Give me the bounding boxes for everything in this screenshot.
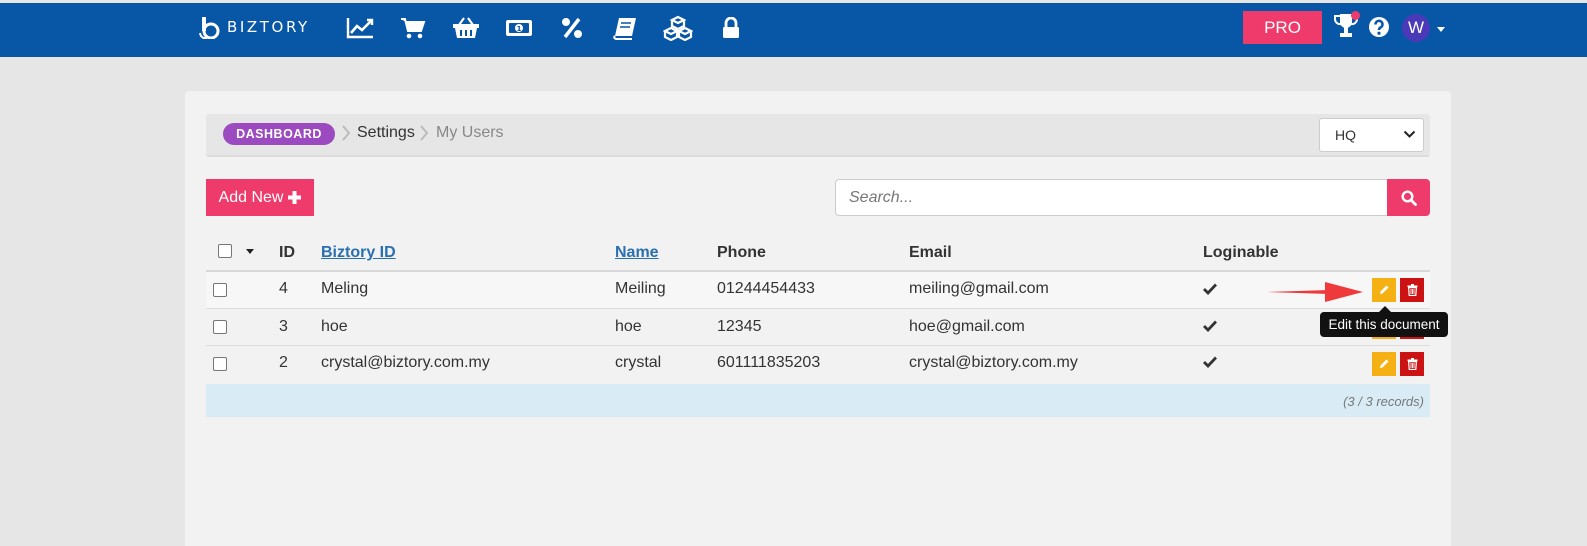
pencil-icon xyxy=(1380,285,1389,294)
loginable-check-icon xyxy=(1203,356,1217,368)
breadcrumb-settings[interactable]: Settings xyxy=(357,124,415,142)
cell-id: 4 xyxy=(279,280,288,297)
plus-icon xyxy=(288,191,302,204)
chart-line-icon[interactable] xyxy=(345,13,375,43)
delete-button[interactable] xyxy=(1400,278,1424,302)
add-new-button[interactable]: Add New xyxy=(206,179,314,216)
biztory-logo[interactable]: BIZTORY xyxy=(199,14,310,40)
cell-biztory-id: hoe xyxy=(321,318,348,335)
boxes-icon[interactable] xyxy=(663,13,693,43)
biztory-logo-icon xyxy=(199,17,220,39)
select-all-checkbox[interactable] xyxy=(218,244,232,258)
svg-text:1: 1 xyxy=(517,25,522,33)
cell-id: 2 xyxy=(279,354,288,371)
table-row xyxy=(206,272,1430,309)
column-header-loginable: Loginable xyxy=(1203,244,1279,261)
percent-icon[interactable] xyxy=(557,13,587,43)
breadcrumb-dashboard[interactable]: DASHBOARD xyxy=(223,123,335,145)
cell-phone: 01244454433 xyxy=(717,280,815,297)
edit-button[interactable] xyxy=(1372,352,1396,376)
column-header-name[interactable]: Name xyxy=(615,244,659,262)
cell-id: 3 xyxy=(279,318,288,335)
table-footer xyxy=(206,384,1430,417)
delete-button[interactable] xyxy=(1400,352,1424,376)
bulk-actions-chevron-down-icon[interactable] xyxy=(246,249,254,254)
cell-biztory-id: Meling xyxy=(321,280,369,297)
search-button[interactable] xyxy=(1387,179,1430,216)
search-icon xyxy=(1400,189,1417,206)
row-checkbox[interactable] xyxy=(213,357,227,371)
column-header-email: Email xyxy=(909,244,952,261)
pencil-icon xyxy=(1380,359,1389,368)
loginable-check-icon xyxy=(1203,283,1217,295)
branch-select-value: HQ xyxy=(1335,127,1356,143)
edit-tooltip: Edit this document xyxy=(1320,312,1448,337)
cell-email: crystal@biztory.com.my xyxy=(909,354,1078,371)
breadcrumb-chevron-right-icon xyxy=(420,125,429,141)
user-avatar[interactable]: W xyxy=(1402,14,1430,42)
row-checkbox[interactable] xyxy=(213,320,227,334)
money-icon[interactable]: 1 xyxy=(504,13,534,43)
cell-name: crystal xyxy=(615,354,662,371)
logo-text: BIZTORY xyxy=(227,18,310,36)
basket-icon[interactable] xyxy=(451,13,481,43)
notification-dot xyxy=(1351,11,1360,20)
cell-biztory-id: crystal@biztory.com.my xyxy=(321,354,490,371)
column-header-id: ID xyxy=(279,244,295,261)
user-menu-chevron-down-icon[interactable] xyxy=(1437,27,1445,32)
add-new-label: Add New xyxy=(218,188,284,206)
help-icon[interactable] xyxy=(1368,16,1390,38)
annotation-arrow-icon xyxy=(1267,282,1363,302)
trash-icon xyxy=(1407,358,1417,370)
trash-icon xyxy=(1407,284,1417,296)
loginable-check-icon xyxy=(1203,320,1217,332)
column-header-biztory-id[interactable]: Biztory ID xyxy=(321,244,396,262)
cell-phone: 12345 xyxy=(717,318,762,335)
cell-email: meiling@gmail.com xyxy=(909,280,1049,297)
chevron-down-icon xyxy=(1403,130,1416,138)
cell-name: Meiling xyxy=(615,280,666,297)
breadcrumb-current: My Users xyxy=(436,124,504,141)
lock-icon[interactable] xyxy=(716,13,746,43)
cell-phone: 601111835203 xyxy=(717,354,821,371)
cart-icon[interactable] xyxy=(398,13,428,43)
row-checkbox[interactable] xyxy=(213,283,227,297)
edit-button[interactable] xyxy=(1372,278,1396,302)
book-icon[interactable] xyxy=(610,13,640,43)
breadcrumb-chevron-right-icon xyxy=(342,125,351,141)
records-count: (3 / 3 records) xyxy=(1343,394,1424,409)
cell-email: hoe@gmail.com xyxy=(909,318,1025,335)
pro-button[interactable]: PRO xyxy=(1243,11,1322,44)
cell-name: hoe xyxy=(615,318,642,335)
column-header-phone: Phone xyxy=(717,244,766,261)
table-row xyxy=(206,309,1430,346)
search-input[interactable] xyxy=(835,179,1388,216)
